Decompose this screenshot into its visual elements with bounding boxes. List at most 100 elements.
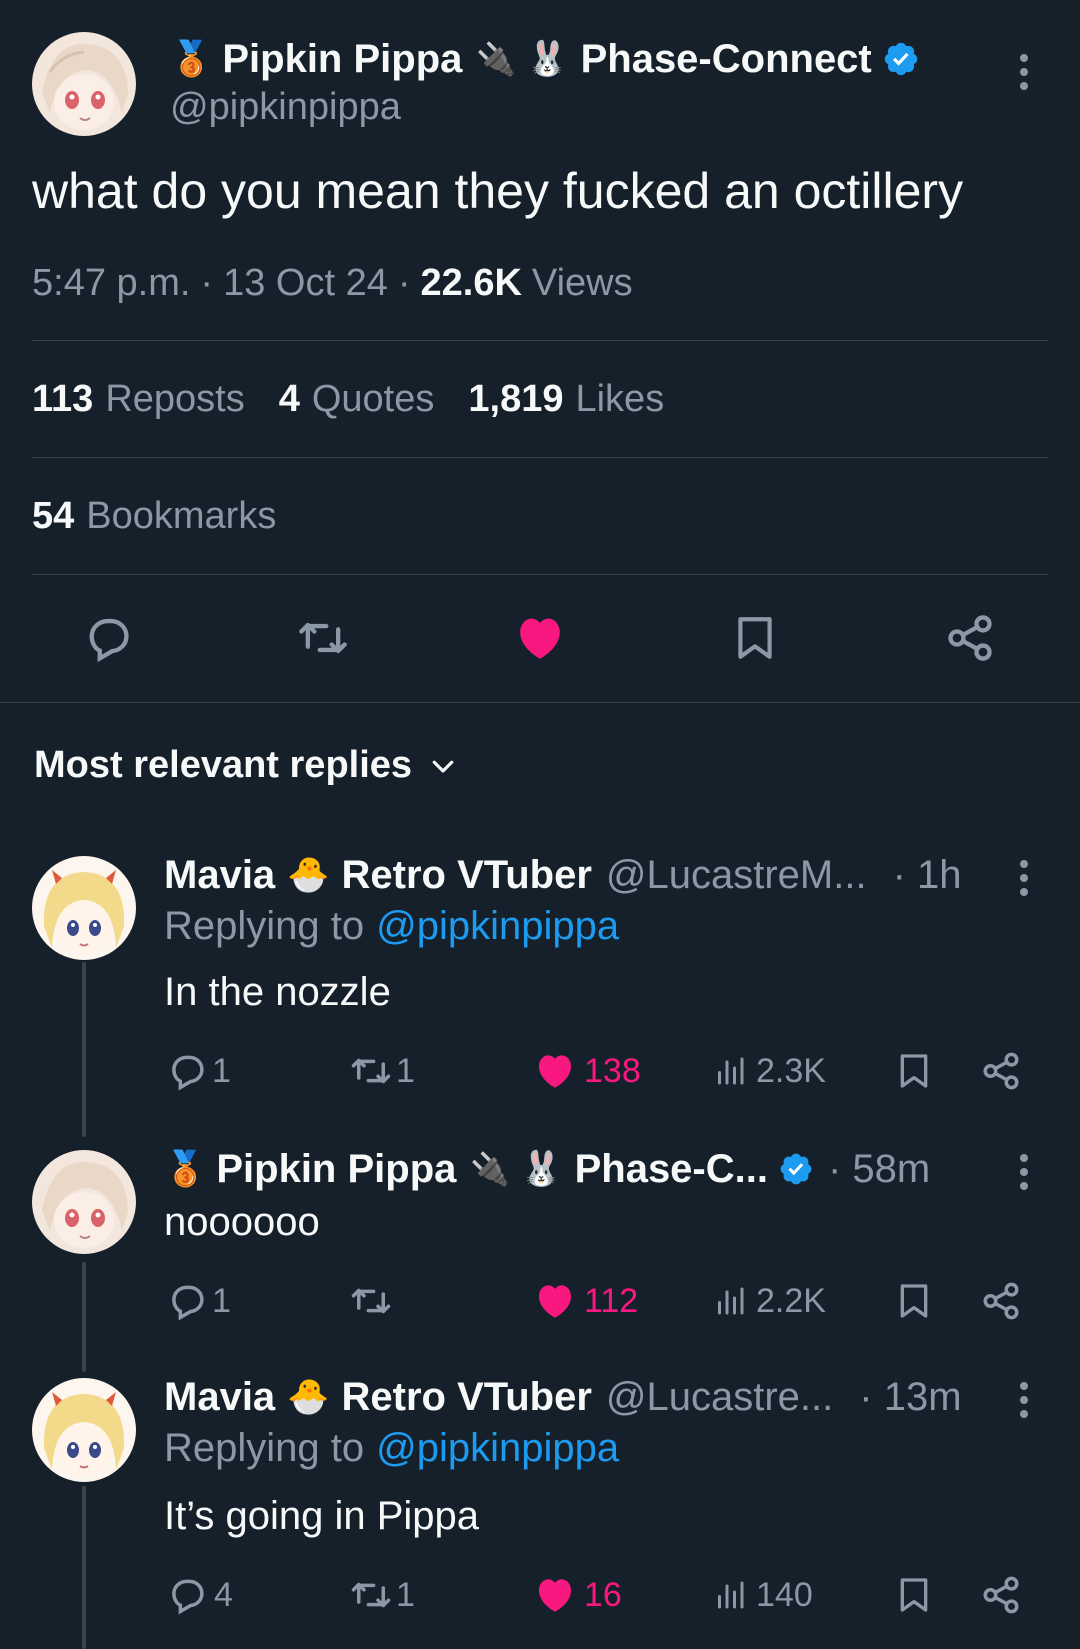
likes-label: Likes: [575, 378, 665, 420]
repost-button[interactable]: 1: [348, 1574, 415, 1616]
reply-author-suffix[interactable]: Retro VTuber: [342, 1375, 592, 1420]
author-display-name: Pipkin Pippa: [222, 36, 463, 81]
bookmark-icon: [738, 617, 772, 659]
replies-sort-dropdown[interactable]: Most relevant replies: [34, 744, 458, 787]
share-button[interactable]: [980, 1574, 1022, 1616]
share-button[interactable]: [944, 612, 996, 664]
quotes-label: Quotes: [311, 378, 435, 420]
reply-button[interactable]: [82, 612, 134, 664]
tweet-meta: 5:47 p.m. · 13 Oct 24 · 22.6K Views: [32, 262, 633, 305]
more-icon[interactable]: [1018, 52, 1030, 92]
share-icon: [983, 1576, 1019, 1614]
like-button[interactable]: 16: [534, 1574, 622, 1616]
reply-author-name[interactable]: Mavia: [164, 1375, 275, 1420]
bookmark-button[interactable]: [894, 1574, 934, 1616]
reply-icon: [172, 1055, 204, 1091]
like-count: 112: [584, 1281, 639, 1320]
share-button[interactable]: [980, 1280, 1022, 1322]
reply-author-suffix[interactable]: Retro VTuber: [342, 853, 592, 898]
chick-emoji: 🐣: [287, 856, 330, 894]
bookmark-button[interactable]: [894, 1050, 934, 1092]
like-button[interactable]: 112: [534, 1280, 638, 1322]
repost-count: 1: [396, 1575, 415, 1614]
replying-to-prefix: Replying to: [164, 1426, 365, 1470]
likes-count: 1,819: [468, 378, 564, 420]
reply-header: Mavia 🐣 Retro VTuber @Lucastre... · 13m: [164, 1372, 962, 1422]
reply-author-handle[interactable]: @LucastreM...: [606, 853, 867, 898]
verified-badge-icon: [778, 1151, 814, 1187]
author-name-line[interactable]: 🥉 Pipkin Pippa 🔌 🐰 Phase-Connect: [170, 34, 920, 84]
medal-emoji: 🥉: [170, 40, 213, 78]
bookmarks-stat[interactable]: 54 Bookmarks: [32, 495, 276, 538]
bookmarks-label: Bookmarks: [86, 495, 277, 537]
reply-avatar[interactable]: [32, 856, 136, 960]
reply-icon: [172, 1285, 204, 1321]
author-handle[interactable]: @pipkinpippa: [170, 86, 401, 129]
views-button[interactable]: 140: [712, 1574, 813, 1616]
bookmark-button[interactable]: [730, 612, 780, 664]
reply-author-name[interactable]: Pipkin Pippa: [216, 1147, 456, 1192]
more-icon[interactable]: [1018, 858, 1030, 898]
reposts-label: Reposts: [105, 378, 245, 420]
tweet-text: what do you mean they fucked an octiller…: [32, 163, 964, 219]
bookmarks-count: 54: [32, 495, 75, 537]
repost-icon: [299, 622, 347, 654]
thread-line: [82, 962, 86, 1137]
views-count: 22.6K: [420, 262, 522, 304]
views-count: 2.2K: [756, 1281, 826, 1320]
rabbit-emoji: 🐰: [520, 1150, 563, 1188]
chevron-down-icon: [432, 760, 454, 773]
views-button[interactable]: 2.3K: [712, 1050, 826, 1092]
reply-button[interactable]: 1: [166, 1050, 231, 1092]
like-button[interactable]: 138: [534, 1050, 641, 1092]
reply-button[interactable]: 1: [166, 1280, 231, 1322]
meta-separator: ·: [397, 262, 411, 304]
share-button[interactable]: [980, 1050, 1022, 1092]
replying-to-line: Replying to @pipkinpippa: [164, 904, 619, 949]
views-count: 140: [756, 1575, 813, 1614]
reply-icon: [89, 618, 129, 663]
reply-avatar[interactable]: [32, 1150, 136, 1254]
heart-icon: [539, 1579, 571, 1612]
replying-to-handle[interactable]: @pipkinpippa: [376, 904, 619, 949]
reposts-stat[interactable]: 113 Reposts: [32, 378, 245, 421]
more-icon[interactable]: [1018, 1380, 1030, 1420]
reply-author-handle[interactable]: @Lucastre...: [606, 1375, 833, 1420]
medal-emoji: 🥉: [164, 1150, 207, 1188]
share-icon: [983, 1282, 1019, 1320]
views-icon: [718, 1057, 744, 1085]
quotes-stat[interactable]: 4 Quotes: [279, 378, 435, 421]
reply-text: In the nozzle: [164, 970, 391, 1014]
tweet-time[interactable]: 5:47 p.m.: [32, 262, 190, 305]
bookmark-button[interactable]: [894, 1280, 934, 1322]
reply-avatar[interactable]: [32, 1378, 136, 1482]
like-count: 138: [584, 1051, 641, 1090]
reply-header: 🥉 Pipkin Pippa 🔌 🐰 Phase-C... · 58m: [164, 1144, 930, 1194]
repost-count: 1: [396, 1051, 415, 1090]
thread-line: [82, 1486, 86, 1649]
reply-time[interactable]: · 58m: [828, 1147, 930, 1192]
like-button[interactable]: [514, 612, 566, 664]
reply-author-suffix[interactable]: Phase-C...: [575, 1147, 768, 1192]
reply-count: 4: [214, 1575, 233, 1614]
repost-button[interactable]: 1: [348, 1050, 415, 1092]
divider: [32, 457, 1048, 458]
reply-time[interactable]: · 13m: [859, 1375, 961, 1420]
tweet-date[interactable]: 13 Oct 24: [223, 262, 388, 305]
reply-button[interactable]: 4: [166, 1574, 233, 1616]
bookmark-icon: [900, 1054, 928, 1088]
repost-button[interactable]: [348, 1280, 396, 1322]
more-icon[interactable]: [1018, 1152, 1030, 1192]
author-avatar[interactable]: [32, 32, 136, 136]
likes-stat[interactable]: 1,819 Likes: [468, 378, 664, 421]
replying-to-handle[interactable]: @pipkinpippa: [376, 1426, 619, 1471]
repost-button[interactable]: [296, 612, 350, 664]
reply-time[interactable]: · 1h: [893, 853, 962, 898]
reply-header: Mavia 🐣 Retro VTuber @LucastreM... · 1h: [164, 850, 962, 900]
section-divider: [0, 702, 1080, 703]
reply-text: noooooo: [164, 1200, 320, 1244]
views-button[interactable]: 2.2K: [712, 1280, 826, 1322]
reply-author-name[interactable]: Mavia: [164, 853, 275, 898]
divider: [32, 340, 1048, 341]
meta-separator: ·: [200, 262, 214, 304]
